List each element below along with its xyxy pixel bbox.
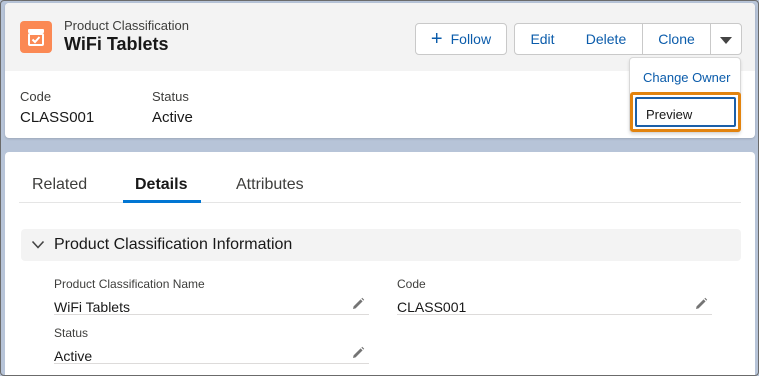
highlight-code: Code CLASS001 bbox=[20, 89, 94, 126]
edit-pencil-icon[interactable] bbox=[351, 346, 365, 360]
highlight-code-label: Code bbox=[20, 89, 52, 104]
section-title: Product Classification Information bbox=[54, 236, 293, 253]
follow-label: Follow bbox=[450, 31, 492, 47]
field-value: Active bbox=[54, 348, 93, 364]
tab-attributes[interactable]: Attributes bbox=[236, 176, 304, 194]
section-header-toggle[interactable]: Product Classification Information bbox=[21, 229, 741, 261]
menu-item-preview-highlight: Preview bbox=[630, 92, 741, 132]
chevron-down-icon bbox=[31, 240, 45, 249]
more-actions-button[interactable] bbox=[710, 23, 742, 55]
delete-button[interactable]: Delete bbox=[570, 23, 643, 55]
field-product-classification-name: Product Classification Name WiFi Tablets bbox=[54, 277, 369, 315]
field-label: Product Classification Name bbox=[54, 277, 205, 291]
follow-button[interactable]: + Follow bbox=[415, 23, 507, 55]
clone-button[interactable]: Clone bbox=[642, 23, 711, 55]
edit-pencil-icon[interactable] bbox=[351, 297, 365, 311]
menu-item-change-owner[interactable]: Change Owner bbox=[630, 70, 740, 85]
menu-item-preview[interactable]: Preview bbox=[635, 97, 736, 127]
highlight-status-value: Active bbox=[152, 109, 193, 126]
plus-icon: + bbox=[430, 28, 443, 50]
tab-related[interactable]: Related bbox=[32, 176, 87, 194]
product-classification-icon bbox=[20, 21, 52, 53]
edit-button[interactable]: Edit bbox=[514, 23, 571, 55]
edit-pencil-icon[interactable] bbox=[694, 297, 708, 311]
highlight-code-value: CLASS001 bbox=[20, 109, 95, 126]
field-label: Code bbox=[397, 277, 426, 291]
record-page: Product Classification WiFi Tablets + Fo… bbox=[0, 0, 759, 376]
record-title: WiFi Tablets bbox=[64, 34, 169, 54]
tab-details[interactable]: Details bbox=[135, 176, 187, 194]
caret-down-icon bbox=[720, 36, 732, 44]
highlight-status: Status Active bbox=[152, 89, 193, 126]
field-label: Status bbox=[54, 326, 89, 340]
record-detail-card: Related Details Attributes Product Class… bbox=[5, 152, 755, 375]
active-tab-indicator bbox=[123, 200, 201, 203]
highlight-status-label: Status bbox=[152, 89, 189, 104]
field-code: Code CLASS001 bbox=[397, 277, 712, 315]
field-value: WiFi Tablets bbox=[54, 299, 130, 315]
tab-bar: Related Details Attributes bbox=[19, 152, 741, 203]
field-status: Status Active bbox=[54, 326, 369, 364]
field-value: CLASS001 bbox=[397, 299, 467, 315]
object-type-label: Product Classification bbox=[64, 18, 189, 33]
